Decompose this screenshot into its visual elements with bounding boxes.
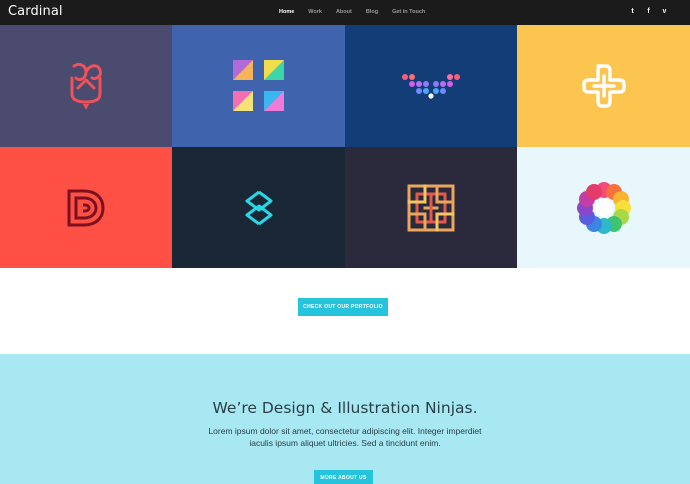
tile-letter-s[interactable] — [172, 147, 345, 268]
vimeo-icon[interactable]: v — [661, 8, 668, 15]
letter-d-logo-icon — [67, 189, 105, 226]
main-nav: Home Work About Blog Get in Touch — [279, 9, 439, 15]
tile-feather-pen[interactable] — [0, 25, 172, 147]
about-description: Lorem ipsum dolor sit amet, consectetur … — [208, 426, 482, 448]
tile-flower[interactable] — [517, 147, 690, 268]
about-heading: We’re Design & Illustration Ninjas. — [212, 399, 478, 417]
nav-home[interactable]: Home — [279, 9, 294, 15]
nav-work[interactable]: Work — [308, 9, 322, 15]
check-out-portfolio-button[interactable]: CHECK OUT OUR PORTFOLIO — [298, 298, 388, 316]
twitter-icon[interactable]: t — [629, 8, 636, 15]
tile-letter-d[interactable] — [0, 147, 172, 268]
about-section: We’re Design & Illustration Ninjas. Lore… — [0, 354, 690, 484]
more-about-us-button[interactable]: MORE ABOUT US — [314, 470, 373, 484]
top-navigation-bar: Cardinal Home Work About Blog Get in Tou… — [0, 0, 690, 25]
tile-dots-v[interactable] — [345, 25, 517, 147]
color-flower-logo-icon — [576, 181, 631, 234]
portfolio-grid — [0, 25, 690, 268]
nav-get-in-touch[interactable]: Get in Touch — [392, 9, 425, 15]
site-logo[interactable]: Cardinal — [8, 4, 63, 19]
tile-color-blocks[interactable] — [172, 25, 345, 147]
feather-pen-logo-icon — [70, 62, 102, 110]
tile-cross[interactable] — [517, 25, 690, 147]
social-links: t f v — [629, 8, 668, 15]
portfolio-cta-section: CHECK OUT OUR PORTFOLIO — [0, 268, 690, 354]
nav-about[interactable]: About — [336, 9, 352, 15]
letter-s-logo-icon — [245, 190, 272, 225]
nav-blog[interactable]: Blog — [366, 9, 378, 15]
four-squares-logo-icon — [232, 60, 284, 111]
tile-maze[interactable] — [345, 147, 517, 268]
maze-logo-icon — [407, 184, 455, 231]
rounded-cross-logo-icon — [581, 64, 626, 108]
facebook-icon[interactable]: f — [645, 8, 652, 15]
dotted-v-logo-icon — [402, 74, 460, 99]
